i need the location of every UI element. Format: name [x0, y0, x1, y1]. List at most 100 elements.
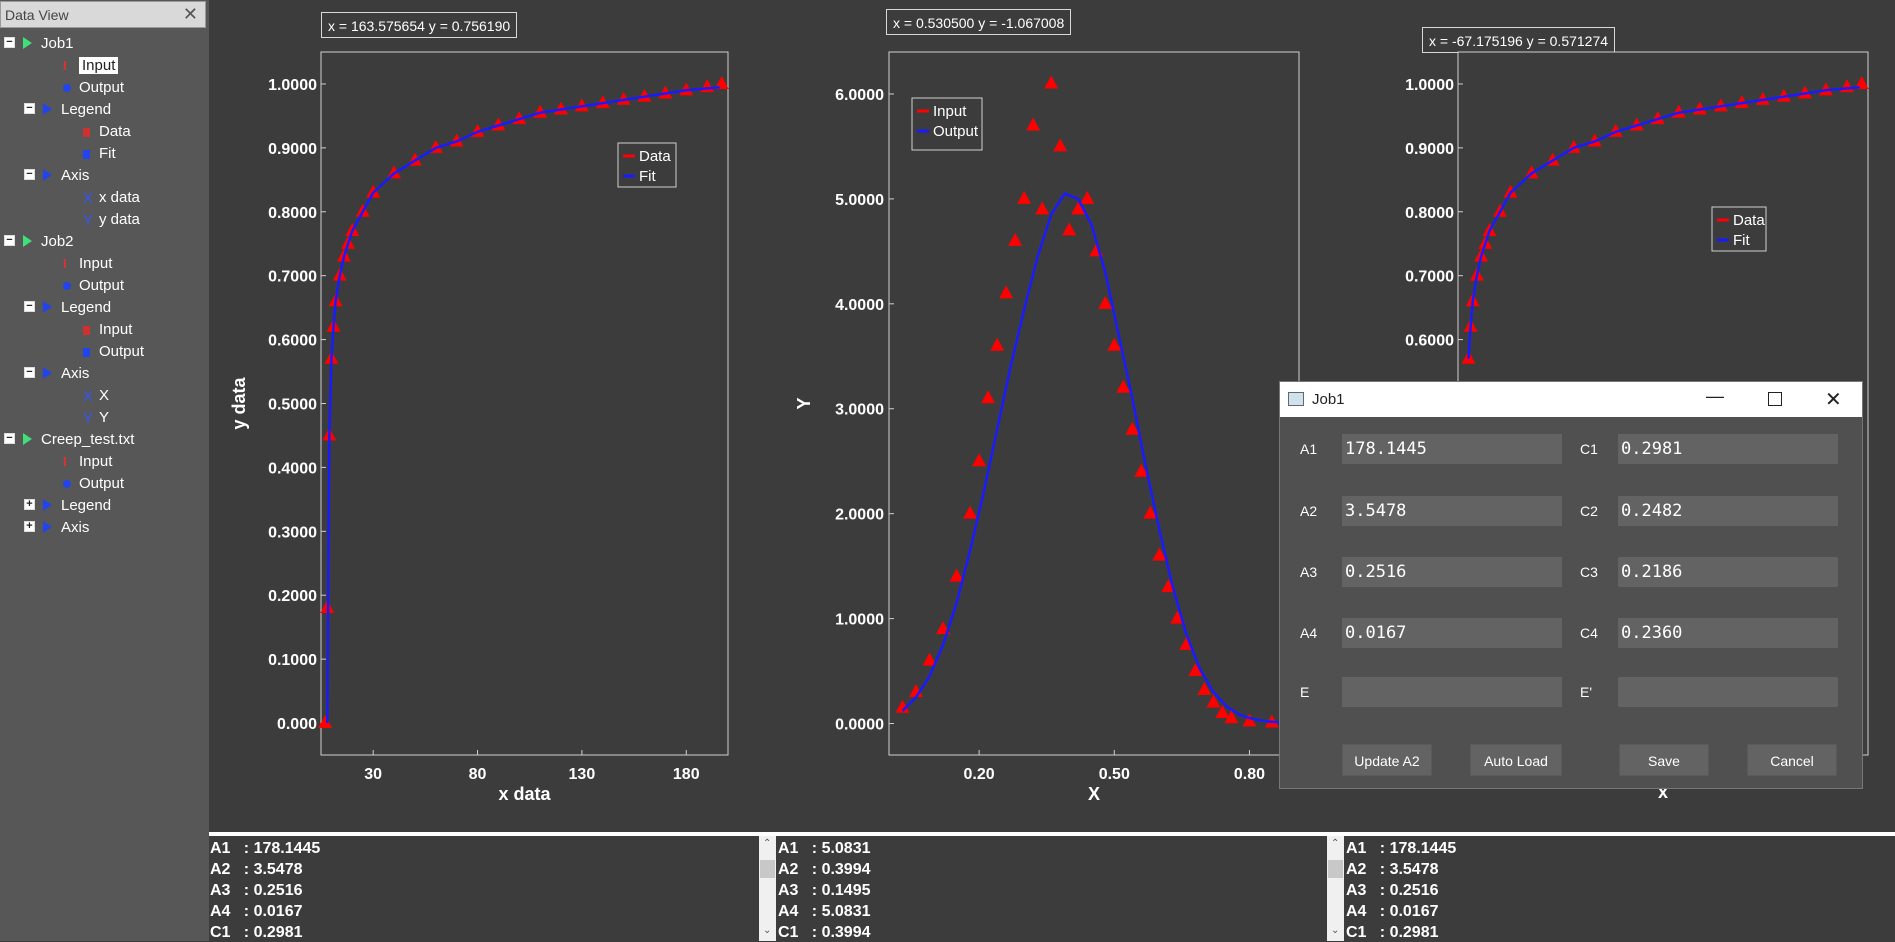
output-circle-icon — [63, 282, 71, 290]
tree-item[interactable]: − Legend — [0, 298, 205, 318]
tree-item[interactable]: + Axis — [0, 518, 205, 538]
tree-item-label: Input — [99, 321, 133, 338]
chart-job2[interactable]: 0.0000 1.0000 2.0000 3.0000 4.0000 5.0000 6.00… — [780, 40, 1310, 810]
tree-item-label: Legend — [61, 299, 112, 316]
legend-square-icon — [83, 150, 90, 159]
tree-item[interactable]: Output — [0, 474, 205, 494]
tree-item[interactable]: XX — [0, 386, 205, 406]
collapse-icon[interactable]: − — [24, 301, 35, 312]
tree-item[interactable]: YY — [0, 408, 205, 428]
parameter-line: A2 : 3.5478 — [210, 861, 303, 878]
field-input[interactable]: 0.2186 — [1618, 557, 1838, 587]
collapse-icon[interactable]: − — [4, 37, 15, 48]
y-axis-label: y data — [229, 377, 249, 430]
cancel-button[interactable]: Cancel — [1747, 744, 1837, 776]
field-label: A4 — [1300, 625, 1318, 641]
collapse-icon[interactable]: − — [24, 367, 35, 378]
parameter-pane: A1 : 5.0831 A2 : 0.3994 A3 : 0.1495 A4 : 5.… — [778, 836, 1323, 941]
tree-item-label: Input — [79, 57, 119, 74]
tree-item-label: Output — [79, 277, 125, 294]
scroll-thumb[interactable] — [760, 860, 775, 878]
field-input[interactable]: 178.1445 — [1342, 434, 1562, 464]
field-input[interactable]: 0.0167 — [1342, 618, 1562, 648]
tree-item[interactable]: Xx data — [0, 188, 205, 208]
panel-header: Data View ✕ — [0, 1, 206, 28]
tree-item[interactable]: − Job1 — [0, 34, 205, 54]
scroll-up-icon[interactable]: ⌃ — [763, 838, 771, 849]
play-triangle-icon — [23, 37, 32, 49]
auto-load-button[interactable]: Auto Load — [1470, 744, 1562, 776]
legend-square-icon — [83, 326, 90, 335]
scroll-thumb[interactable] — [1328, 860, 1343, 878]
field-input[interactable] — [1618, 677, 1838, 707]
field-label: C2 — [1580, 503, 1598, 519]
legend-label: Data — [1733, 212, 1765, 229]
close-icon[interactable]: ✕ — [183, 4, 198, 25]
tree-item[interactable]: Output — [0, 342, 205, 362]
close-icon[interactable]: ✕ — [1825, 387, 1842, 412]
y-tick-label: 2.0000 — [835, 507, 884, 524]
expand-icon[interactable]: + — [24, 521, 35, 532]
y-tick-label: 0.8000 — [268, 205, 317, 222]
output-circle-icon — [63, 480, 71, 488]
tree-item-label: Legend — [61, 497, 112, 514]
scroll-down-icon[interactable]: ⌄ — [1331, 925, 1339, 936]
field-input[interactable]: 0.2981 — [1618, 434, 1838, 464]
legend-label: Input — [933, 103, 967, 120]
y-tick-label: 0.2000 — [268, 588, 317, 605]
tree-item[interactable]: Data — [0, 122, 205, 142]
field-input[interactable]: 3.5478 — [1342, 496, 1562, 526]
tree-item-label: Axis — [61, 167, 90, 184]
field-input[interactable]: 0.2482 — [1618, 496, 1838, 526]
tree-item[interactable]: I Input — [0, 452, 205, 472]
tree-item[interactable]: − Axis — [0, 364, 205, 384]
job-dialog: Job1 — ✕ A1 178.1445 C1 0.2981 A2 3.5478 C2 0.2… — [1279, 381, 1863, 789]
collapse-icon[interactable]: − — [24, 169, 35, 180]
tree-item-label: x data — [99, 189, 140, 206]
chart-job1[interactable]: 0.000 0.1000 0.2000 0.3000 0.4000 0.5000 0.600… — [209, 40, 739, 810]
scrollbar[interactable]: ⌃ ⌄ — [1327, 836, 1344, 941]
tree-item[interactable]: Yy data — [0, 210, 205, 230]
y-tick-label: 6.0000 — [835, 87, 884, 104]
collapse-icon[interactable]: − — [24, 103, 35, 114]
tree-item-label: Input — [79, 453, 113, 470]
tree-item-label: Job1 — [41, 35, 74, 52]
node-triangle-icon — [43, 301, 52, 313]
field-input[interactable]: 0.2360 — [1618, 618, 1838, 648]
maximize-icon[interactable] — [1768, 392, 1782, 406]
tree-item[interactable]: + Legend — [0, 496, 205, 516]
parameter-line: C1 : 0.3994 — [778, 924, 871, 941]
field-input[interactable] — [1342, 677, 1562, 707]
y-tick-label: 0.6000 — [268, 333, 317, 350]
minimize-icon[interactable]: — — [1706, 386, 1724, 407]
scroll-down-icon[interactable]: ⌄ — [763, 925, 771, 936]
collapse-icon[interactable]: − — [4, 235, 15, 246]
tree-item[interactable]: Output — [0, 78, 205, 98]
tree-item[interactable]: Input — [0, 320, 205, 340]
parameter-line: A3 : 0.1495 — [778, 882, 871, 899]
y-tick-label: 0.9000 — [1405, 141, 1454, 158]
scroll-up-icon[interactable]: ⌃ — [1331, 838, 1339, 849]
collapse-icon[interactable]: − — [4, 433, 15, 444]
legend-square-icon — [83, 128, 90, 137]
field-label: A3 — [1300, 564, 1318, 580]
tree-item[interactable]: − Axis — [0, 166, 205, 186]
tree-item[interactable]: I Input — [0, 56, 205, 76]
node-triangle-icon — [43, 499, 52, 511]
scrollbar[interactable]: ⌃ ⌄ — [759, 836, 776, 941]
tree-item[interactable]: − Legend — [0, 100, 205, 120]
parameter-line: A1 : 178.1445 — [1346, 840, 1457, 857]
save-button[interactable]: Save — [1619, 744, 1709, 776]
tree-item[interactable]: I Input — [0, 254, 205, 274]
x-axis-icon: X — [83, 388, 94, 405]
expand-icon[interactable]: + — [24, 499, 35, 510]
tree-item[interactable]: − Job2 — [0, 232, 205, 252]
field-label: C3 — [1580, 564, 1598, 580]
update-a2-button[interactable]: Update A2 — [1342, 744, 1432, 776]
tree-item[interactable]: Fit — [0, 144, 205, 164]
tree-item[interactable]: − Creep_test.txt — [0, 430, 205, 450]
dialog-titlebar[interactable]: Job1 — ✕ — [1280, 382, 1862, 417]
tree-item[interactable]: Output — [0, 276, 205, 296]
field-input[interactable]: 0.2516 — [1342, 557, 1562, 587]
panel-title: Data View — [5, 7, 69, 23]
